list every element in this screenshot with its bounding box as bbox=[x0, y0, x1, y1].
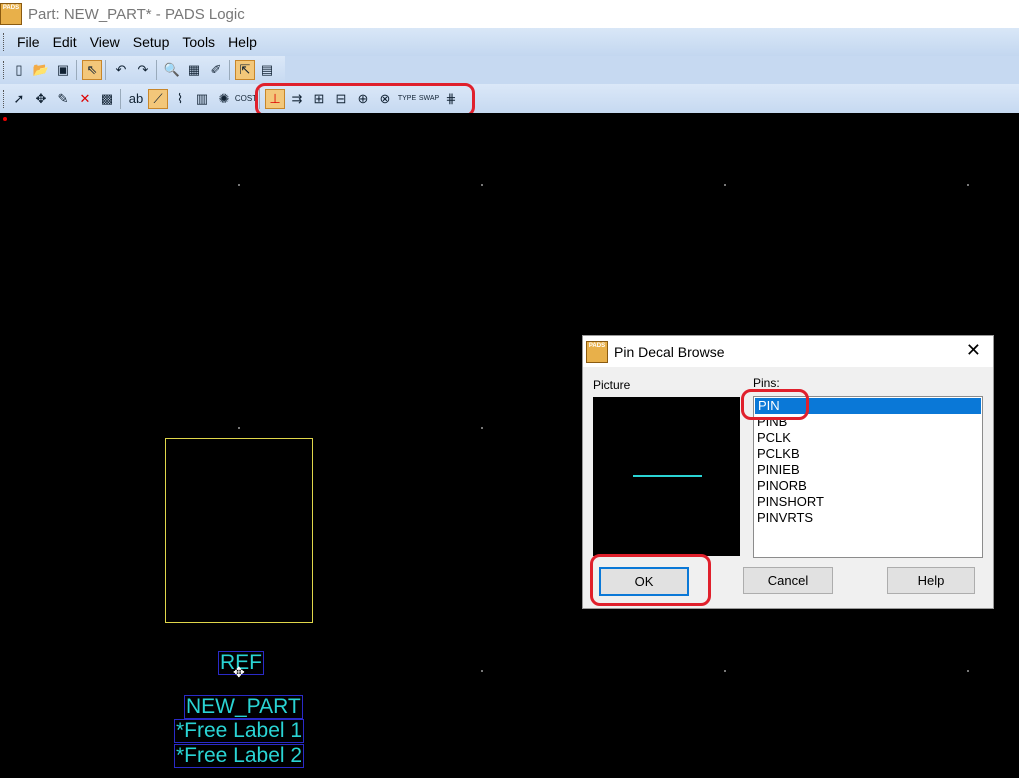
eraser-icon[interactable]: ✐ bbox=[206, 60, 226, 80]
toolbar-background bbox=[285, 56, 1019, 84]
app-icon-text: PADS bbox=[2, 5, 20, 11]
grid-dot bbox=[724, 184, 726, 186]
toolbar-separator bbox=[105, 60, 106, 80]
pen-icon[interactable]: ✎ bbox=[53, 89, 73, 109]
part-outline[interactable] bbox=[165, 438, 313, 623]
decal-editor-icon[interactable]: ⇱ bbox=[235, 60, 255, 80]
pin-list-item[interactable]: PINORB bbox=[754, 478, 982, 494]
terminal-icon[interactable]: ▥ bbox=[192, 89, 212, 109]
properties-icon[interactable]: ▦ bbox=[184, 60, 204, 80]
grid-dot bbox=[724, 670, 726, 672]
pin-preview-line bbox=[633, 475, 702, 477]
help-button[interactable]: Help bbox=[887, 567, 975, 594]
menu-bar: File Edit View Setup Tools Help bbox=[0, 28, 1019, 56]
cancel-button[interactable]: Cancel bbox=[743, 567, 833, 594]
open-icon[interactable]: 📂 bbox=[31, 60, 51, 80]
spark-icon[interactable]: ✺ bbox=[214, 89, 234, 109]
menu-setup[interactable]: Setup bbox=[131, 34, 172, 50]
standard-toolbar: ▯ 📂 ▣ ⇖ ↶ ↷ 🔍 ▦ ✐ ⇱ ▤ bbox=[0, 56, 285, 84]
select-icon[interactable]: ⇖ bbox=[82, 60, 102, 80]
menu-tools[interactable]: Tools bbox=[180, 34, 217, 50]
toolbar-separator bbox=[156, 60, 157, 80]
toolbar-grip bbox=[3, 61, 7, 79]
grid-dot bbox=[481, 670, 483, 672]
cost-icon[interactable]: COST bbox=[235, 89, 257, 109]
menu-view[interactable]: View bbox=[88, 34, 122, 50]
menu-help[interactable]: Help bbox=[226, 34, 259, 50]
redo-icon[interactable]: ↷ bbox=[133, 60, 153, 80]
title-bar: PADS Part: NEW_PART* - PADS Logic bbox=[0, 0, 1019, 28]
toolbar-separator bbox=[229, 60, 230, 80]
save-icon[interactable]: ▣ bbox=[53, 60, 73, 80]
undo-icon[interactable]: ↶ bbox=[111, 60, 131, 80]
grid-dot bbox=[481, 427, 483, 429]
toolbar-separator bbox=[120, 88, 121, 109]
pads-dialog-icon: PADS bbox=[586, 340, 608, 363]
pin-list-item[interactable]: PINSHORT bbox=[754, 494, 982, 510]
pin-list-item[interactable]: PINIEB bbox=[754, 462, 982, 478]
dialog-title: Pin Decal Browse bbox=[614, 343, 725, 360]
dialog-title-bar: PADS Pin Decal Browse ✕ bbox=[583, 336, 993, 367]
grid-dot bbox=[967, 184, 969, 186]
toolbar-separator bbox=[76, 60, 77, 80]
pin-list-item[interactable]: PCLKB bbox=[754, 446, 982, 462]
pin-item-highlight bbox=[741, 389, 809, 420]
pin-list-item[interactable]: PINVRTS bbox=[754, 510, 982, 526]
grid-dot bbox=[238, 184, 240, 186]
grid-dot bbox=[481, 184, 483, 186]
window-icon[interactable]: ▤ bbox=[257, 60, 277, 80]
move-icon[interactable]: ✥ bbox=[31, 89, 51, 109]
dialog-icon-text: PADS bbox=[588, 342, 606, 349]
window-title: Part: NEW_PART* - PADS Logic bbox=[28, 5, 245, 23]
menu-edit[interactable]: Edit bbox=[51, 34, 79, 50]
pins-listbox[interactable]: PIN PINB PCLK PCLKB PINIEB PINORB PINSHO… bbox=[753, 396, 983, 558]
part-properties-icon[interactable]: ▩ bbox=[97, 89, 117, 109]
drafting-toolbar: ➚ ✥ ✎ ✕ ▩ ab ⟋ ⌇ ▥ ✺ COST ⊥ ⇉ ⊞ ⊟ ⊕ ⊗ TY… bbox=[0, 84, 1019, 113]
find-icon[interactable]: 🔍 bbox=[162, 60, 182, 80]
free-label-1[interactable]: *Free Label 1 bbox=[174, 719, 305, 743]
toolbar-grip bbox=[3, 89, 7, 108]
pads-app-icon: PADS bbox=[0, 3, 22, 25]
menu-grip bbox=[3, 33, 7, 51]
part-name-label[interactable]: NEW_PART bbox=[184, 695, 303, 719]
new-icon[interactable]: ▯ bbox=[9, 60, 29, 80]
origin-marker bbox=[3, 117, 7, 121]
move-cursor-icon: ✥ bbox=[233, 664, 245, 680]
ok-button-highlight bbox=[590, 554, 711, 606]
grid-dot bbox=[967, 670, 969, 672]
grid-dot bbox=[238, 427, 240, 429]
pins-label: Pins: bbox=[753, 376, 780, 390]
pin-list-item[interactable]: PCLK bbox=[754, 430, 982, 446]
pin-preview bbox=[593, 397, 740, 556]
shape-icon[interactable]: ⌇ bbox=[170, 89, 190, 109]
text-icon[interactable]: ab bbox=[126, 89, 146, 109]
line-icon[interactable]: ⟋ bbox=[148, 88, 168, 109]
toolbar-highlight bbox=[255, 83, 475, 117]
menu-file[interactable]: File bbox=[15, 34, 42, 50]
picture-label: Picture bbox=[593, 378, 631, 392]
close-icon[interactable]: ✕ bbox=[966, 340, 981, 361]
arrow-select-icon[interactable]: ➚ bbox=[9, 89, 29, 109]
free-label-2[interactable]: *Free Label 2 bbox=[174, 744, 305, 768]
delete-icon[interactable]: ✕ bbox=[75, 89, 95, 109]
